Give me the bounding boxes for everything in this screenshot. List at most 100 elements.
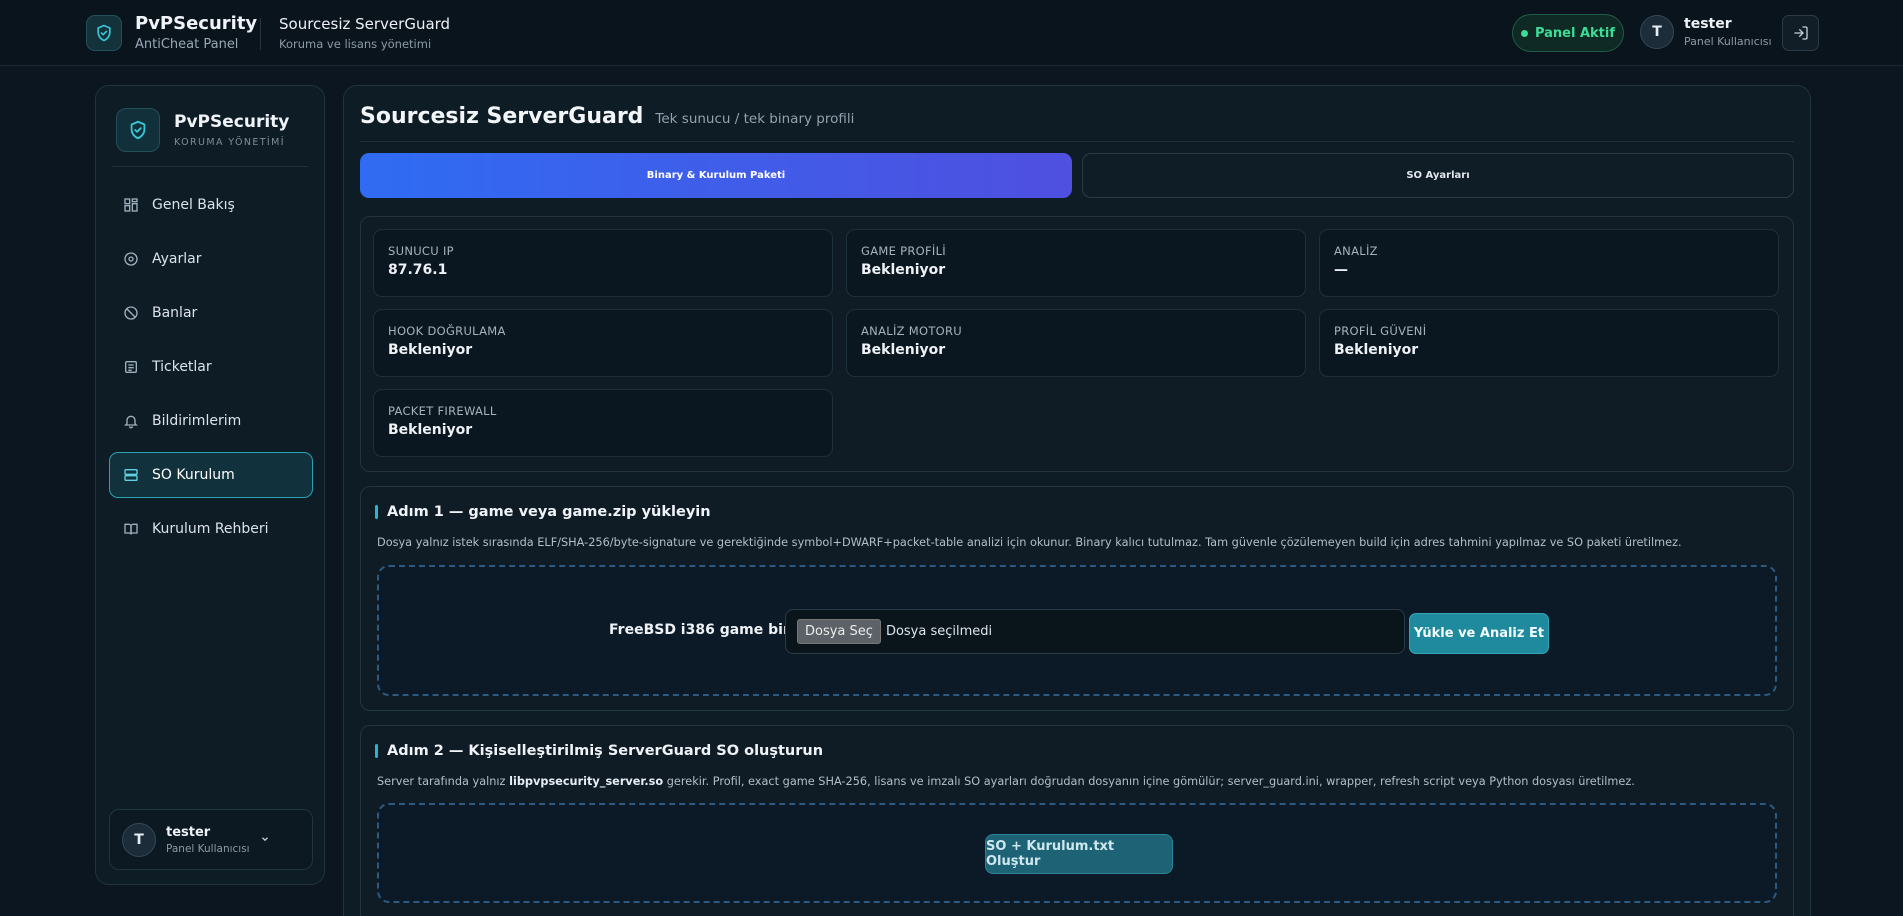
- user-role: Panel Kullanıcısı: [1684, 35, 1772, 48]
- upload-analyze-button[interactable]: Yükle ve Analiz Et: [1409, 613, 1549, 654]
- sidebar-brand: PvPSecurity KORUMA YÖNETİMİ: [116, 108, 289, 152]
- sidebar-brand-title: PvPSecurity: [174, 112, 290, 132]
- sidebar-user-menu[interactable]: T tester Panel Kullanıcısı: [109, 809, 313, 870]
- file-input[interactable]: Dosya Seç Dosya seçilmedi: [785, 609, 1405, 654]
- status-label: Panel Aktif: [1534, 25, 1616, 41]
- step-description: Dosya yalnız istek sırasında ELF/SHA-256…: [377, 536, 1682, 549]
- shield-logo-icon: [86, 15, 122, 51]
- brand-subtitle: AntiCheat Panel: [135, 37, 239, 52]
- page-heading: Sourcesiz ServerGuard Koruma ve lisans y…: [279, 15, 450, 51]
- book-icon: [124, 523, 138, 535]
- create-so-button[interactable]: SO + Kurulum.txt Oluştur: [985, 834, 1173, 874]
- page-title: Sourcesiz ServerGuard: [279, 15, 451, 33]
- ban-icon: [124, 306, 138, 320]
- status-card-value: Bekleniyor: [1334, 342, 1419, 358]
- sidebar-item-so-kurulum[interactable]: SO Kurulum: [109, 452, 313, 498]
- divider: [360, 141, 1794, 142]
- top-bar: PvPSecurity AntiCheat Panel Sourcesiz Se…: [0, 0, 1903, 66]
- sidebar-item-ticketlar[interactable]: Ticketlar: [109, 344, 313, 390]
- status-card-key: PACKET FIREWALL: [388, 404, 497, 418]
- settings-icon: [124, 252, 138, 266]
- sidebar-item-label: Genel Bakış: [152, 197, 235, 213]
- desc-text-after: gerekir. Profil, exact game SHA-256, lis…: [663, 775, 1635, 788]
- user-role: Panel Kullanıcısı: [166, 842, 250, 855]
- status-card-analiz-motoru: ANALİZ MOTORU Bekleniyor: [846, 309, 1306, 377]
- sidebar-item-label: Ticketlar: [152, 359, 212, 375]
- panel-status-badge: Panel Aktif: [1512, 14, 1624, 52]
- brand-title: PvPSecurity: [135, 13, 258, 34]
- status-summary: SUNUCU IP 87.76.1 GAME PROFİLİ Bekleniyo…: [360, 216, 1794, 472]
- divider: [260, 18, 261, 50]
- sidebar-item-label: Kurulum Rehberi: [152, 521, 269, 537]
- step-title: Adım 2 — Kişiselleştirilmiş ServerGuard …: [375, 743, 823, 759]
- section-heading: Sourcesiz ServerGuard Tek sunucu / tek b…: [360, 104, 854, 129]
- section-title: Sourcesiz ServerGuard: [360, 104, 644, 129]
- section-subtitle: Tek sunucu / tek binary profili: [655, 111, 855, 127]
- accent-bar: [375, 744, 378, 758]
- sidebar-item-label: SO Kurulum: [152, 467, 235, 483]
- step-2-create-so: Adım 2 — Kişiselleştirilmiş ServerGuard …: [360, 725, 1794, 916]
- status-card-value: 87.76.1: [388, 262, 448, 278]
- tab-binary-kurulum-paketi[interactable]: Binary & Kurulum Paketi: [360, 153, 1072, 198]
- logout-icon: [1793, 26, 1808, 40]
- status-card-game-profili: GAME PROFİLİ Bekleniyor: [846, 229, 1306, 297]
- status-card-value: Bekleniyor: [388, 342, 473, 358]
- accent-bar: [375, 505, 378, 519]
- avatar: T: [122, 822, 156, 857]
- status-card-key: PROFİL GÜVENİ: [1334, 324, 1427, 338]
- user-menu[interactable]: T tester Panel Kullanıcısı: [1640, 15, 1772, 49]
- grid-icon: [124, 198, 138, 212]
- sidebar-item-bildirimlerim[interactable]: Bildirimlerim: [109, 398, 313, 444]
- sidebar-nav: Genel Bakış Ayarlar Banlar Ticketlar Bil…: [109, 182, 313, 560]
- sidebar-item-banlar[interactable]: Banlar: [109, 290, 313, 336]
- bell-icon: [124, 415, 138, 429]
- sidebar-brand-subtitle: KORUMA YÖNETİMİ: [174, 137, 285, 148]
- file-status: Dosya seçilmedi: [885, 624, 993, 639]
- sidebar-item-label: Bildirimlerim: [152, 413, 242, 429]
- status-card-packet-firewall: PACKET FIREWALL Bekleniyor: [373, 389, 833, 457]
- server-icon: [124, 469, 138, 481]
- logout-button[interactable]: [1782, 15, 1819, 51]
- page-subtitle: Koruma ve lisans yönetimi: [279, 37, 432, 51]
- status-card-value: —: [1334, 262, 1348, 278]
- step-title-text: Adım 2 — Kişiselleştirilmiş ServerGuard …: [387, 743, 824, 759]
- status-card-value: Bekleniyor: [861, 262, 946, 278]
- status-card-value: Bekleniyor: [388, 422, 473, 438]
- sidebar-item-genel-bakis[interactable]: Genel Bakış: [109, 182, 313, 228]
- status-dot-icon: [1520, 29, 1528, 37]
- main-panel: Sourcesiz ServerGuard Tek sunucu / tek b…: [343, 85, 1811, 916]
- status-card-key: GAME PROFİLİ: [861, 244, 947, 258]
- user-name: tester: [1684, 16, 1732, 32]
- status-card-sunucu-ip: SUNUCU IP 87.76.1: [373, 229, 833, 297]
- status-card-key: HOOK DOĞRULAMA: [388, 324, 506, 338]
- create-so-zone: SO + Kurulum.txt Oluştur: [377, 803, 1777, 903]
- sidebar-item-ayarlar[interactable]: Ayarlar: [109, 236, 313, 282]
- sidebar-item-label: Banlar: [152, 305, 198, 321]
- status-card-analiz: ANALİZ —: [1319, 229, 1779, 297]
- step-title: Adım 1 — game veya game.zip yükleyin: [375, 504, 711, 520]
- status-card-key: ANALİZ MOTORU: [861, 324, 963, 338]
- status-card-hook-dogrulama: HOOK DOĞRULAMA Bekleniyor: [373, 309, 833, 377]
- ticket-icon: [125, 361, 137, 373]
- user-name: tester: [166, 824, 211, 840]
- shield-logo-icon: [116, 108, 160, 152]
- status-card-profil-guveni: PROFİL GÜVENİ Bekleniyor: [1319, 309, 1779, 377]
- brand: PvPSecurity AntiCheat Panel: [135, 13, 257, 52]
- sidebar: PvPSecurity KORUMA YÖNETİMİ Genel Bakış …: [95, 85, 325, 885]
- desc-filename: libpvpsecurity_server.so: [509, 775, 664, 788]
- step-1-upload: Adım 1 — game veya game.zip yükleyin Dos…: [360, 486, 1794, 711]
- status-card-key: ANALİZ: [1334, 244, 1378, 258]
- upload-dropzone[interactable]: FreeBSD i386 game binary Dosya Seç Dosya…: [377, 565, 1777, 696]
- avatar: T: [1640, 15, 1674, 49]
- step-description: Server tarafında yalnız libpvpsecurity_s…: [377, 775, 1635, 788]
- step-title-text: Adım 1 — game veya game.zip yükleyin: [387, 504, 711, 520]
- chevron-down-icon: [262, 837, 268, 842]
- divider: [112, 166, 308, 167]
- status-card-value: Bekleniyor: [861, 342, 946, 358]
- sidebar-item-label: Ayarlar: [152, 251, 202, 267]
- status-card-key: SUNUCU IP: [388, 244, 454, 258]
- sidebar-item-kurulum-rehberi[interactable]: Kurulum Rehberi: [109, 506, 313, 552]
- tab-so-ayarlari[interactable]: SO Ayarları: [1082, 153, 1794, 198]
- desc-text-before: Server tarafında yalnız: [377, 775, 510, 788]
- choose-file-button[interactable]: Dosya Seç: [797, 619, 881, 644]
